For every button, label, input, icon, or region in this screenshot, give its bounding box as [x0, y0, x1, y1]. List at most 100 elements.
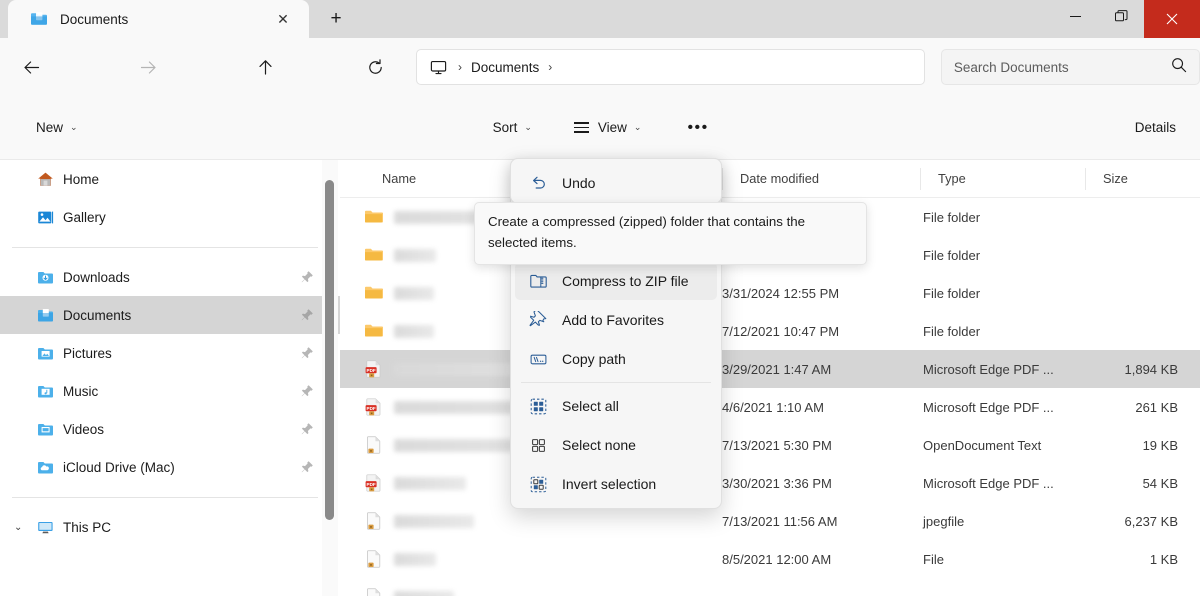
details-pane-button[interactable]: Details	[1125, 112, 1186, 144]
file-icon	[364, 549, 384, 569]
sort-button[interactable]: Sort ⌄	[483, 112, 542, 144]
file-name-redacted	[394, 324, 434, 338]
table-row[interactable]: 7/12/2021 10:47 PM File folder	[340, 312, 1200, 350]
new-button[interactable]: New ⌄	[26, 112, 88, 144]
menu-item-select-all[interactable]: Select all	[515, 387, 717, 425]
sidebar-scrollbar-track[interactable]	[322, 160, 338, 596]
chevron-down-icon[interactable]: ⌄	[14, 522, 22, 533]
new-tab-button[interactable]: +	[319, 4, 353, 34]
column-header-date-modified[interactable]: Date modified	[740, 171, 819, 186]
navigation-bar: › Documents ›	[0, 38, 1200, 96]
close-icon[interactable]: ✕	[273, 9, 293, 29]
table-row[interactable]: PDF 3/29/2021 1:47 AM Microsoft Edge PDF .…	[340, 350, 1200, 388]
sidebar-scrollbar-thumb[interactable]	[325, 180, 334, 520]
column-header-size[interactable]: Size	[1103, 171, 1128, 186]
search-box[interactable]	[940, 49, 1200, 85]
this-pc-monitor-icon[interactable]	[427, 59, 449, 76]
pin-icon[interactable]	[300, 346, 314, 360]
forward-button[interactable]	[131, 50, 165, 84]
sidebar-divider-1	[12, 247, 318, 248]
file-type: File folder	[923, 209, 981, 225]
navigation-pane: Home Gallery Downloads Documents Picture…	[0, 160, 340, 596]
table-row[interactable]: 7/13/2021 5:30 PM OpenDocument Text 19 KB	[340, 426, 1200, 464]
new-button-label: New	[36, 120, 64, 135]
table-row[interactable]: 7/13/2021 11:56 AM jpegfile 6,237 KB	[340, 502, 1200, 540]
sidebar-item-home[interactable]: Home	[0, 160, 340, 198]
sidebar-item-documents[interactable]: Documents	[0, 296, 340, 334]
pin-icon[interactable]	[300, 460, 314, 474]
pin-icon[interactable]	[300, 270, 314, 284]
sidebar-item-gallery[interactable]: Gallery	[0, 198, 340, 236]
menu-item-label: Add to Favorites	[562, 312, 664, 328]
menu-item-copy-path[interactable]: Copy path	[515, 340, 717, 378]
file-date-modified: 7/12/2021 10:47 PM	[722, 323, 840, 339]
music-folder-icon	[36, 382, 54, 400]
column-divider[interactable]	[722, 168, 723, 190]
tab-documents[interactable]: Documents ✕	[8, 0, 309, 38]
sidebar-item-label: This PC	[63, 519, 112, 535]
search-icon[interactable]	[1171, 57, 1187, 78]
refresh-button[interactable]	[358, 50, 392, 84]
folder-icon	[364, 283, 384, 303]
sidebar-item-pictures[interactable]: Pictures	[0, 334, 340, 372]
sort-button-label: Sort	[492, 120, 518, 135]
table-row[interactable]	[340, 578, 1200, 596]
file-name-redacted	[394, 590, 454, 596]
tab-label: Documents	[60, 11, 129, 27]
table-row[interactable]: PDF 4/6/2021 1:10 AM Microsoft Edge PDF ..…	[340, 388, 1200, 426]
file-size: 54 KB	[1142, 475, 1178, 491]
icloud-folder-icon	[36, 458, 54, 476]
view-button[interactable]: View ⌄	[564, 112, 652, 144]
column-header-name[interactable]: Name	[382, 171, 416, 186]
table-row[interactable]: PDF 3/30/2021 3:36 PM Microsoft Edge PDF .…	[340, 464, 1200, 502]
title-bar: Documents ✕ +	[0, 0, 1200, 38]
command-bar: New ⌄ Sort ⌄ View ⌄ ••• Details	[0, 96, 1200, 160]
menu-item-select-none[interactable]: Select none	[515, 426, 717, 464]
file-date-modified: 8/5/2021 12:00 AM	[722, 551, 832, 567]
up-button[interactable]	[248, 50, 282, 84]
downloads-folder-icon	[36, 268, 54, 286]
sidebar-item-this-pc[interactable]: ⌄ This PC	[0, 508, 340, 546]
address-bar[interactable]: › Documents ›	[416, 49, 925, 85]
chevron-down-icon: ⌄	[633, 122, 642, 132]
file-type: File	[923, 551, 944, 567]
file-date-modified: 3/31/2024 12:55 PM	[722, 285, 840, 301]
file-type: jpegfile	[923, 513, 965, 529]
file-type: OpenDocument Text	[923, 437, 1042, 453]
back-button[interactable]	[14, 50, 48, 84]
menu-divider	[521, 382, 711, 383]
column-divider[interactable]	[1085, 168, 1086, 190]
maximize-restore-button[interactable]	[1098, 0, 1144, 32]
pin-icon[interactable]	[300, 422, 314, 436]
column-headers: Name Date modified Type Size	[340, 160, 1200, 198]
menu-item-undo[interactable]: Undo	[515, 164, 717, 202]
see-more-button[interactable]: •••	[677, 112, 718, 144]
pin-icon[interactable]	[300, 308, 314, 322]
pin-icon[interactable]	[300, 384, 314, 398]
breadcrumb-documents[interactable]: Documents	[471, 60, 539, 75]
search-input[interactable]	[953, 59, 1171, 75]
minimize-button[interactable]	[1052, 0, 1098, 32]
table-row[interactable]: 8/5/2021 12:00 AM File 1 KB	[340, 540, 1200, 578]
column-header-type[interactable]: Type	[938, 171, 966, 186]
svg-text:PDF: PDF	[367, 368, 376, 373]
sidebar-item-icloud-drive[interactable]: iCloud Drive (Mac)	[0, 448, 340, 486]
sidebar-item-music[interactable]: Music	[0, 372, 340, 410]
sidebar-item-label: iCloud Drive (Mac)	[63, 459, 175, 475]
pin-star-icon	[528, 310, 548, 330]
file-type: Microsoft Edge PDF ...	[923, 475, 1054, 491]
close-window-button[interactable]	[1144, 0, 1200, 38]
sidebar-item-downloads[interactable]: Downloads	[0, 258, 340, 296]
context-menu-undo-section: Undo	[510, 158, 722, 204]
breadcrumb-separator-2[interactable]: ›	[539, 60, 561, 74]
menu-item-label: Compress to ZIP file	[562, 273, 689, 289]
table-row[interactable]: 3/31/2024 12:55 PM File folder	[340, 274, 1200, 312]
sidebar-item-videos[interactable]: Videos	[0, 410, 340, 448]
folder-icon	[364, 245, 384, 265]
column-divider[interactable]	[920, 168, 921, 190]
file-type: Microsoft Edge PDF ...	[923, 361, 1054, 377]
menu-item-invert-selection[interactable]: Invert selection	[515, 465, 717, 503]
menu-item-add-to-favorites[interactable]: Add to Favorites	[515, 301, 717, 339]
menu-item-compress-to-zip[interactable]: Compress to ZIP file	[515, 262, 717, 300]
file-date-modified: 7/13/2021 11:56 AM	[722, 513, 838, 529]
